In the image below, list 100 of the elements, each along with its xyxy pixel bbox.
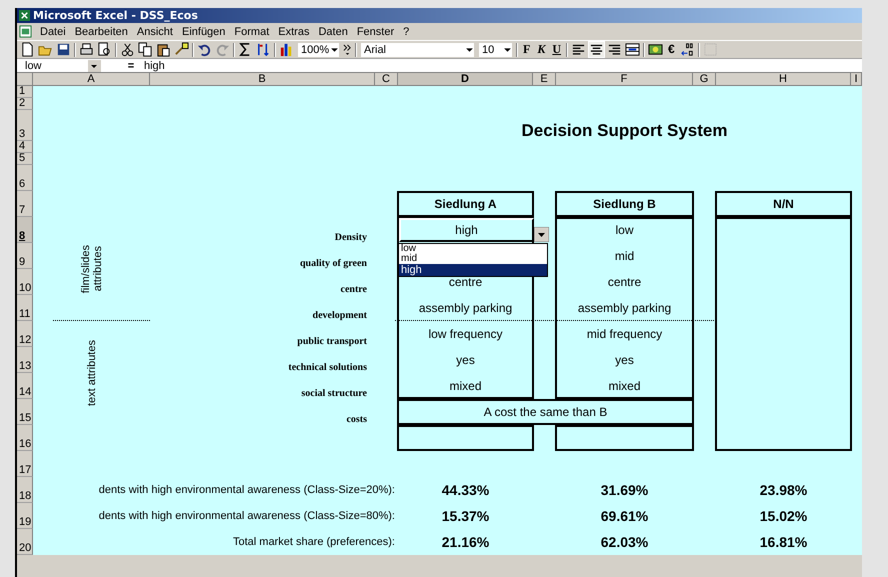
row-header[interactable]: 6 bbox=[17, 165, 33, 191]
row-header[interactable]: 1 bbox=[17, 86, 33, 98]
menu-item[interactable]: Fenster bbox=[356, 26, 396, 38]
cell-value: assembly parking bbox=[578, 301, 672, 315]
row-header[interactable]: 7 bbox=[17, 191, 33, 217]
column-header[interactable]: G bbox=[693, 73, 716, 86]
cell-value: yes bbox=[615, 353, 634, 367]
attribute-label: public transport bbox=[297, 336, 367, 347]
align-center-icon[interactable] bbox=[589, 42, 604, 57]
column-header[interactable]: C bbox=[375, 73, 398, 86]
result-value: 15.37% bbox=[442, 508, 490, 524]
print-preview-icon[interactable] bbox=[97, 42, 112, 57]
menu-item[interactable]: ? bbox=[402, 26, 410, 38]
option-header: Siedlung A bbox=[397, 191, 534, 217]
cell-value: mid bbox=[614, 249, 634, 263]
column-header[interactable]: F bbox=[556, 73, 693, 86]
row-header[interactable]: 13 bbox=[17, 347, 33, 373]
formula-equals: = bbox=[126, 60, 136, 72]
euro-button[interactable]: € bbox=[666, 42, 677, 57]
column-header[interactable]: E bbox=[533, 73, 556, 86]
column-header[interactable]: D bbox=[398, 73, 533, 86]
menu-item[interactable]: Einfügen bbox=[180, 26, 226, 38]
cut-icon[interactable] bbox=[120, 42, 135, 57]
underline-button[interactable]: U bbox=[550, 42, 564, 57]
caret-icon[interactable] bbox=[88, 60, 100, 72]
attribute-label: centre bbox=[340, 284, 367, 295]
bold-button[interactable]: F bbox=[521, 42, 532, 57]
more-chevron-icon[interactable] bbox=[343, 42, 352, 57]
chart-icon[interactable] bbox=[279, 42, 294, 57]
row-header[interactable]: 15 bbox=[17, 399, 33, 425]
copy-icon[interactable] bbox=[138, 42, 153, 57]
menu-item[interactable]: Format bbox=[233, 26, 270, 38]
dropdown-option[interactable]: low bbox=[399, 244, 547, 254]
align-right-icon[interactable] bbox=[607, 42, 622, 57]
row-header[interactable]: 18 bbox=[17, 477, 33, 503]
column-header[interactable]: A bbox=[33, 73, 150, 86]
paste-icon[interactable] bbox=[156, 42, 171, 57]
print-icon[interactable] bbox=[79, 42, 94, 57]
row-header[interactable]: 12 bbox=[17, 321, 33, 347]
menu-item[interactable]: Extras bbox=[277, 26, 310, 38]
sort-icon[interactable] bbox=[256, 42, 271, 57]
row-header[interactable]: 16 bbox=[17, 425, 33, 451]
zoom-dropdown[interactable]: 100% bbox=[297, 42, 340, 58]
dropdown-button[interactable] bbox=[534, 227, 549, 242]
group-label: text attributes bbox=[86, 340, 98, 406]
result-value: 16.81% bbox=[760, 534, 808, 550]
option-header: N/N bbox=[715, 191, 852, 217]
font-size-dropdown[interactable]: 10 bbox=[478, 42, 513, 58]
column-header[interactable]: B bbox=[150, 73, 375, 86]
save-icon[interactable] bbox=[56, 42, 71, 57]
format-painter-icon[interactable] bbox=[174, 42, 189, 57]
column-header[interactable]: I bbox=[851, 73, 862, 86]
cell-value: low bbox=[615, 223, 634, 237]
row-header[interactable]: 8 bbox=[17, 217, 33, 243]
row-header[interactable]: 9 bbox=[17, 243, 33, 269]
row-header[interactable]: 5 bbox=[17, 153, 33, 165]
dropdown-option[interactable]: high bbox=[399, 264, 547, 276]
dropdown-option[interactable]: mid bbox=[399, 254, 547, 264]
result-value: 31.69% bbox=[600, 482, 648, 498]
column-header[interactable]: H bbox=[716, 73, 851, 86]
increase-decimal-icon[interactable] bbox=[680, 42, 695, 57]
undo-icon[interactable] bbox=[197, 42, 212, 57]
cell-value: low frequency bbox=[428, 327, 503, 341]
result-value: 44.33% bbox=[442, 482, 490, 498]
result-value: 69.61% bbox=[600, 508, 648, 524]
sheet-title: Decision Support System bbox=[520, 120, 728, 141]
currency-icon[interactable] bbox=[648, 42, 664, 57]
row-header[interactable]: 3 bbox=[17, 110, 33, 141]
row-header[interactable]: 17 bbox=[17, 451, 33, 477]
menu-item[interactable]: Bearbeiten bbox=[74, 26, 129, 38]
new-file-icon[interactable] bbox=[20, 42, 35, 57]
row-header[interactable]: 4 bbox=[17, 141, 33, 153]
attribute-label: social structure bbox=[301, 388, 367, 399]
excel-logo-icon bbox=[19, 10, 30, 21]
option-header: Siedlung B bbox=[555, 191, 694, 217]
menu-item[interactable]: Datei bbox=[39, 26, 67, 38]
row-header[interactable]: 11 bbox=[17, 295, 33, 321]
menu-item[interactable]: Ansicht bbox=[136, 26, 174, 38]
row-header[interactable]: 19 bbox=[17, 503, 33, 529]
italic-button[interactable]: K bbox=[535, 42, 548, 57]
attribute-label: development bbox=[312, 310, 367, 321]
cost-cell: A cost the same than B bbox=[397, 399, 694, 425]
merge-center-icon[interactable] bbox=[625, 42, 640, 57]
window-title: Microsoft Excel - DSS_Ecos bbox=[33, 9, 198, 22]
active-cell[interactable]: high bbox=[399, 218, 534, 242]
result-label: dents with high environmental awareness (Class-Size=20%): bbox=[98, 484, 395, 496]
result-value: 21.16% bbox=[442, 534, 490, 550]
font-dropdown[interactable]: Arial bbox=[360, 42, 475, 58]
result-value: 23.98% bbox=[760, 482, 808, 498]
result-label: dents with high environmental awareness (Class-Size=80%): bbox=[98, 510, 395, 522]
menu-item[interactable]: Daten bbox=[317, 26, 349, 38]
row-header[interactable]: 2 bbox=[17, 98, 33, 110]
row-header[interactable]: 10 bbox=[17, 269, 33, 295]
result-label: Total market share (preferences): bbox=[232, 536, 395, 548]
attribute-label: technical solutions bbox=[288, 362, 367, 373]
row-header[interactable]: 14 bbox=[17, 373, 33, 399]
workbook-icon[interactable] bbox=[19, 25, 32, 38]
align-left-icon[interactable] bbox=[571, 42, 586, 57]
formula-input[interactable]: high bbox=[141, 60, 862, 72]
row-header[interactable]: 20 bbox=[17, 529, 33, 555]
